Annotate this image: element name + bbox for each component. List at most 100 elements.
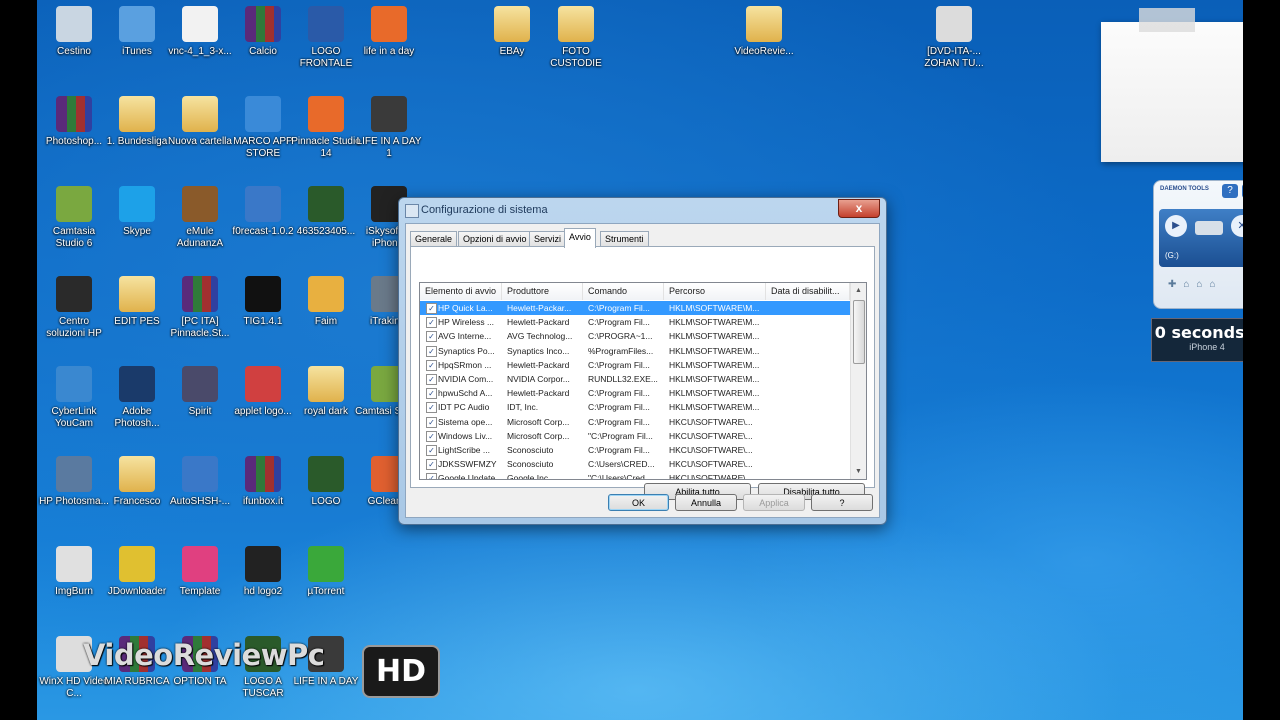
column-header-produttore[interactable]: Produttore (502, 283, 583, 300)
desktop-icon[interactable]: ImgBurn (39, 546, 109, 598)
startup-checkbox[interactable]: ✓ (426, 317, 437, 329)
cancel-button[interactable]: Annulla (675, 494, 737, 511)
startup-row[interactable]: ✓ HP Wireless ... Hewlett-Packard C:\Progra… (420, 315, 850, 329)
desktop-icon[interactable]: EBAy (477, 6, 547, 58)
desktop-icon[interactable]: royal dark (291, 366, 361, 418)
startup-row[interactable]: ✓ NVIDIA Com... NVIDIA Corpor... RUNDLL32.E… (420, 372, 850, 386)
startup-checkbox[interactable]: ✓ (426, 388, 437, 400)
ok-button[interactable]: OK (608, 494, 669, 511)
startup-checkbox[interactable]: ✓ (426, 345, 437, 357)
play-icon[interactable]: ▶ (1165, 215, 1187, 237)
desktop-icon[interactable]: 463523405... (291, 186, 361, 238)
desktop-icon[interactable]: Pinnacle Studio 14 (291, 96, 361, 160)
desktop-icon[interactable]: Francesco (102, 456, 172, 508)
startup-row[interactable]: ✓ Sistema ope... Microsoft Corp... C:\Progr… (420, 415, 850, 429)
startup-cell-path: HKLM\SOFTWARE\M... (669, 317, 760, 328)
scroll-thumb[interactable] (853, 300, 865, 364)
apply-button[interactable]: Applica (743, 494, 805, 511)
scroll-up-icon[interactable]: ▲ (851, 283, 866, 298)
sticky-note-gadget[interactable] (1101, 8, 1243, 162)
startup-items-list[interactable]: Elemento di avvio Produttore Comando Per… (419, 282, 867, 480)
desktop-icon[interactable]: Faim (291, 276, 361, 328)
vertical-scrollbar[interactable]: ▲ ▼ (850, 283, 866, 479)
startup-checkbox[interactable]: ✓ (426, 459, 437, 471)
startup-row[interactable]: ✓ Google Update Google Inc. "C:\Users\Cred.… (420, 471, 850, 479)
startup-checkbox[interactable]: ✓ (426, 331, 437, 343)
startup-checkbox[interactable]: ✓ (426, 303, 437, 314)
desktop-icon[interactable]: Template (165, 546, 235, 598)
startup-row[interactable]: ✓ AVG Interne... AVG Technolog... C:\PROGRA… (420, 329, 850, 343)
desktop-icon[interactable]: CyberLink YouCam (39, 366, 109, 430)
desktop-icon[interactable]: f0recast-1.0.2 (228, 186, 298, 238)
desktop-icon[interactable]: LOGO FRONTALE (291, 6, 361, 70)
startup-checkbox[interactable]: ✓ (426, 402, 437, 414)
desktop-icon[interactable]: Skype (102, 186, 172, 238)
startup-cell-path: HKLM\SOFTWARE\M... (669, 388, 760, 399)
virtual-drive[interactable]: ▶ ✕ (G:) (1159, 209, 1243, 267)
close-button[interactable]: x (838, 199, 880, 218)
daemon-tools-gadget[interactable]: DAEMON TOOLS ? )) ▶ ✕ (G:) ✚⌂⌂⌂ (1153, 180, 1243, 309)
desktop-icon[interactable]: ifunbox.it (228, 456, 298, 508)
desktop-icon[interactable]: Centro soluzioni HP (39, 276, 109, 340)
desktop-icon[interactable]: applet logo... (228, 366, 298, 418)
desktop-icon[interactable]: AutoSHSH-... (165, 456, 235, 508)
startup-row[interactable]: ✓ Windows Liv... Microsoft Corp... "C:\Prog… (420, 429, 850, 443)
desktop-icon[interactable]: VideoRevie... (729, 6, 799, 58)
desktop-icon[interactable]: Spirit (165, 366, 235, 418)
startup-checkbox[interactable]: ✓ (426, 359, 437, 371)
desktop-icon-label: VideoRevie... (734, 46, 794, 57)
folder-icon (119, 96, 155, 132)
desktop-icon[interactable]: Adobe Photosh... (102, 366, 172, 430)
column-header-data-disabilitazione[interactable]: Data di disabilit... (766, 283, 850, 300)
startup-checkbox[interactable]: ✓ (426, 473, 437, 479)
rss-icon[interactable]: )) (1242, 184, 1243, 198)
scroll-down-icon[interactable]: ▼ (851, 464, 866, 479)
startup-row[interactable]: ✓ HP Quick La... Hewlett-Packar... C:\Progr… (420, 301, 850, 315)
tab-opzioni-di-avvio[interactable]: Opzioni di avvio (458, 231, 532, 247)
startup-checkbox[interactable]: ✓ (426, 416, 437, 428)
startup-row[interactable]: ✓ JDKSSWFMZY Sconosciuto C:\Users\CRED... HK… (420, 457, 850, 471)
tab-avvio[interactable]: Avvio (564, 228, 596, 248)
daemon-action-icons[interactable]: ✚⌂⌂⌂ (1168, 279, 1243, 293)
desktop-icon[interactable]: FOTO CUSTODIE (541, 6, 611, 70)
desktop-icon[interactable]: Photoshop... (39, 96, 109, 148)
startup-row[interactable]: ✓ Synaptics Po... Synaptics Inco... %Progra… (420, 344, 850, 358)
desktop-icon[interactable]: [PC ITA] Pinnacle.St... (165, 276, 235, 340)
desktop-icon[interactable]: Calcio (228, 6, 298, 58)
desktop-icon[interactable]: Cestino (39, 6, 109, 58)
desktop-icon[interactable]: HP Photosma... (39, 456, 109, 508)
desktop-icon[interactable]: JDownloader (102, 546, 172, 598)
tools-icon[interactable]: ✕ (1231, 215, 1243, 237)
desktop-icon[interactable]: MARCO APP STORE (228, 96, 298, 160)
startup-checkbox[interactable]: ✓ (426, 430, 437, 442)
desktop-icon[interactable]: [DVD-ITA-... ZOHAN TU... (919, 6, 989, 70)
desktop-icon[interactable]: TIG1.4.1 (228, 276, 298, 328)
column-header-elemento[interactable]: Elemento di avvio (420, 283, 502, 300)
desktop-icon[interactable]: hd logo2 (228, 546, 298, 598)
desktop-icon[interactable]: Nuova cartella (165, 96, 235, 148)
desktop-icon-label: JDownloader (107, 586, 167, 597)
startup-row[interactable]: ✓ HpqSRmon ... Hewlett-Packard C:\Program F… (420, 358, 850, 372)
desktop-icon[interactable]: EDIT PES (102, 276, 172, 328)
desktop-icon[interactable]: vnc-4_1_3-x... (165, 6, 235, 58)
column-header-percorso[interactable]: Percorso (664, 283, 766, 300)
desktop-icon[interactable]: µTorrent (291, 546, 361, 598)
desktop-icon[interactable]: life in a day (354, 6, 424, 58)
startup-checkbox[interactable]: ✓ (426, 445, 437, 456)
desktop-icon[interactable]: iTunes (102, 6, 172, 58)
help-button[interactable]: ? (811, 494, 873, 511)
startup-checkbox[interactable]: ✓ (426, 374, 437, 385)
desktop-icon[interactable]: LOGO (291, 456, 361, 508)
startup-row[interactable]: ✓ hpwuSchd A... Hewlett-Packard C:\Program … (420, 386, 850, 400)
desktop-icon[interactable]: LIFE IN A DAY 1 (354, 96, 424, 160)
column-header-comando[interactable]: Comando (583, 283, 664, 300)
tab-generale[interactable]: Generale (410, 231, 458, 247)
startup-row[interactable]: ✓ IDT PC Audio IDT, Inc. C:\Program Fil... H… (420, 400, 850, 414)
help-icon[interactable]: ? (1222, 184, 1238, 198)
tab-strumenti[interactable]: Strumenti (600, 231, 649, 247)
startup-row[interactable]: ✓ LightScribe ... Sconosciuto C:\Program Fi… (420, 443, 850, 457)
desktop-icon[interactable]: Camtasia Studio 6 (39, 186, 109, 250)
tab-servizi[interactable]: Servizi (529, 231, 567, 247)
desktop-icon[interactable]: eMule AdunanzA (165, 186, 235, 250)
desktop-icon[interactable]: 1. Bundesliga (102, 96, 172, 148)
